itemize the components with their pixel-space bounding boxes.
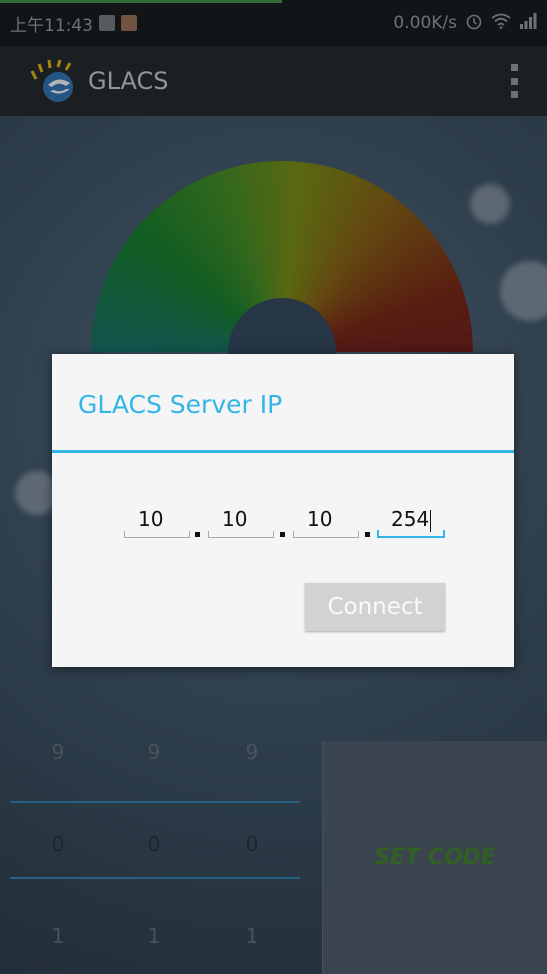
- server-ip-dialog: GLACS Server IP 10 10 10 254 Connect: [52, 354, 514, 667]
- ip-octet-1-field[interactable]: 10: [124, 504, 190, 540]
- ip-octet-4-field[interactable]: 254: [377, 504, 445, 540]
- dialog-title-divider: [52, 450, 514, 453]
- ip-separator-dot: [195, 532, 200, 537]
- ip-octet-2-field[interactable]: 10: [208, 504, 274, 540]
- dialog-title: GLACS Server IP: [78, 390, 283, 419]
- ip-separator-dot: [365, 532, 370, 537]
- text-cursor: [430, 509, 432, 532]
- ip-separator-dot: [280, 532, 285, 537]
- ip-octet-4-value: 254: [391, 507, 430, 531]
- ip-octet-3-field[interactable]: 10: [293, 504, 359, 540]
- connect-button[interactable]: Connect: [305, 583, 445, 631]
